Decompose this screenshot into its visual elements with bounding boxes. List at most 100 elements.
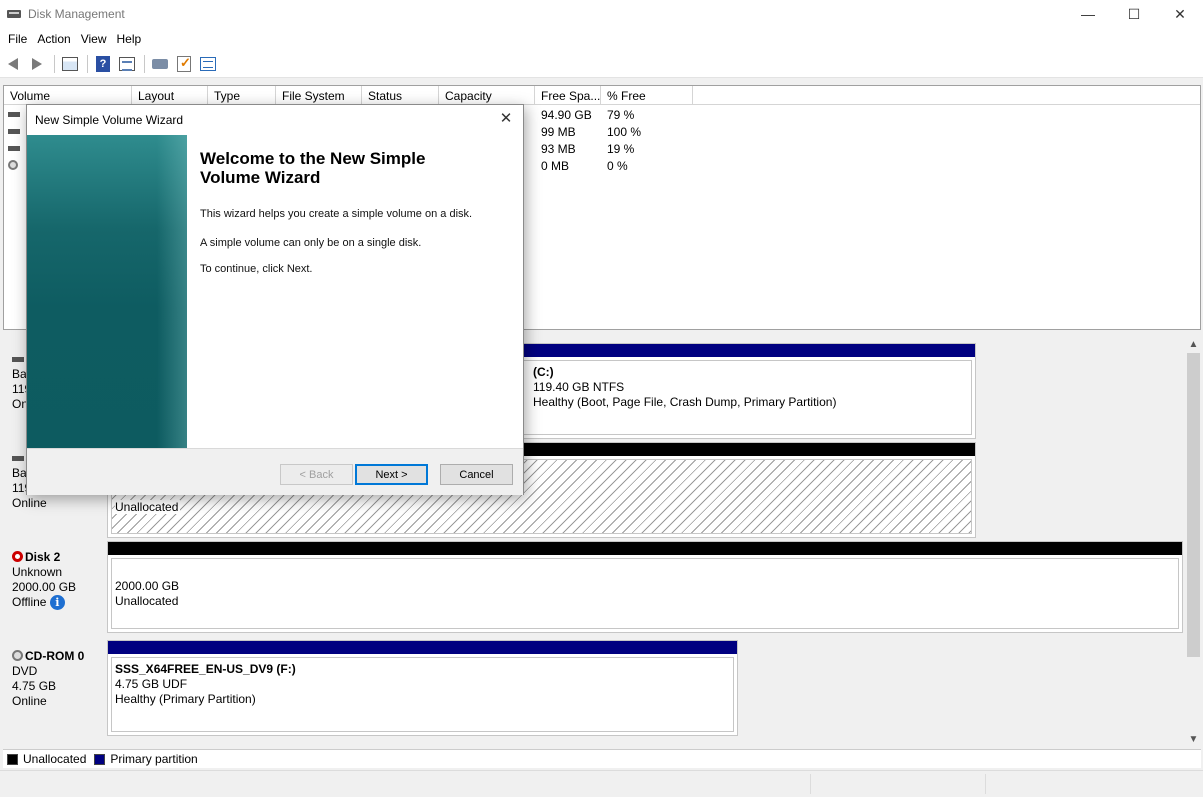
toolbar-separator xyxy=(144,54,145,73)
wizard-instruction: To continue, click Next. xyxy=(200,263,313,275)
free-space-cell: 93 MB xyxy=(541,142,576,156)
primary-partition-bar xyxy=(108,641,737,654)
title-bar: Disk Management — ☐ ✕ xyxy=(0,0,1203,28)
menu-view[interactable]: View xyxy=(76,32,112,46)
volume-list-header: Volume Layout Type File System Status Ca… xyxy=(4,86,1200,105)
disk-type: Ba xyxy=(12,367,27,381)
wizard-heading-line: Welcome to the New Simple xyxy=(200,149,426,168)
drive-icon xyxy=(8,129,20,134)
menu-action[interactable]: Action xyxy=(32,32,75,46)
back-button[interactable] xyxy=(2,53,24,75)
unallocated-swatch xyxy=(7,753,18,765)
column-percent-free[interactable]: % Free xyxy=(601,86,693,105)
disk-2-label[interactable]: Disk 2 Unknown 2000.00 GB Offline i xyxy=(3,541,105,637)
maximize-button[interactable]: ☐ xyxy=(1111,0,1157,28)
disk-status: Online xyxy=(12,694,47,708)
free-space-cell: 0 MB xyxy=(541,159,570,173)
partition-size: 2000.00 GB xyxy=(115,579,180,593)
partition-status: Unallocated xyxy=(115,594,179,608)
close-button[interactable]: ✕ xyxy=(1157,0,1203,28)
new-simple-volume-wizard: New Simple Volume Wizard ✕ Welcome to th… xyxy=(26,104,524,495)
wizard-description: A simple volume can only be on a single … xyxy=(200,237,422,249)
scroll-down-icon[interactable]: ▼ xyxy=(1186,732,1201,747)
minimize-button[interactable]: — xyxy=(1065,0,1111,28)
disk-name: Disk 2 xyxy=(25,550,61,564)
column-type[interactable]: Type xyxy=(208,86,276,105)
column-volume[interactable]: Volume xyxy=(4,86,132,105)
menu-bar: File Action View Help xyxy=(0,28,1203,50)
cd-drive-icon xyxy=(12,650,23,661)
unallocated-body: 2000.00 GB Unallocated xyxy=(111,558,1179,629)
percent-free-cell: 0 % xyxy=(607,159,628,173)
disk-size: 2000.00 GB xyxy=(12,580,77,594)
help-icon: ? xyxy=(96,55,110,72)
wizard-banner-image xyxy=(27,135,187,448)
connect-button[interactable] xyxy=(149,53,171,75)
wizard-footer: < Back Next > Cancel xyxy=(27,448,523,495)
checklist-button[interactable] xyxy=(173,53,195,75)
properties-button[interactable] xyxy=(116,53,138,75)
wizard-title-bar: New Simple Volume Wizard xyxy=(27,105,523,134)
disk-name: CD-ROM 0 xyxy=(25,649,85,663)
disk-size: 4.75 GB xyxy=(12,679,57,693)
disk-status: Online xyxy=(12,496,47,510)
wizard-title: New Simple Volume Wizard xyxy=(35,112,184,127)
connect-icon xyxy=(152,58,168,69)
disk-type: DVD xyxy=(12,664,38,678)
list-view-icon xyxy=(200,56,216,71)
window-controls: — ☐ ✕ xyxy=(1065,0,1203,28)
column-status[interactable]: Status xyxy=(362,86,439,105)
status-segment xyxy=(810,774,811,794)
wizard-close-button[interactable]: ✕ xyxy=(497,110,515,128)
disk-status: Offline xyxy=(12,595,47,609)
vertical-scrollbar[interactable]: ▲ ▼ xyxy=(1186,337,1201,747)
column-capacity[interactable]: Capacity xyxy=(439,86,535,105)
partition-title: SSS_X64FREE_EN-US_DV9 (F:) xyxy=(115,662,296,676)
forward-button[interactable] xyxy=(26,53,48,75)
cancel-button[interactable]: Cancel xyxy=(440,464,513,485)
info-icon[interactable]: i xyxy=(49,595,65,611)
partition-size: 4.75 GB UDF xyxy=(115,677,188,691)
legend-primary: Primary partition xyxy=(94,752,198,766)
list-view-button[interactable] xyxy=(197,53,219,75)
free-space-cell: 94.90 GB xyxy=(541,108,592,122)
disk-2-row: Disk 2 Unknown 2000.00 GB Offline i 2000… xyxy=(3,541,1183,637)
wizard-heading-line: Volume Wizard xyxy=(200,168,321,187)
back-button[interactable]: < Back xyxy=(280,464,353,485)
cdrom-0-label[interactable]: CD-ROM 0 DVD 4.75 GB Online xyxy=(3,640,105,738)
cdrom-0-row: CD-ROM 0 DVD 4.75 GB Online SSS_X64FREE_… xyxy=(3,640,1183,738)
wizard-description: This wizard helps you create a simple vo… xyxy=(200,208,473,220)
disk-icon xyxy=(12,456,24,462)
percent-free-cell: 79 % xyxy=(607,108,635,122)
column-layout[interactable]: Layout xyxy=(132,86,208,105)
scroll-up-icon[interactable]: ▲ xyxy=(1186,337,1201,352)
show-hide-console-tree-button[interactable] xyxy=(59,53,81,75)
disk-icon xyxy=(12,357,24,363)
scroll-thumb[interactable] xyxy=(1187,353,1200,657)
toolbar: ? xyxy=(0,50,1203,78)
legend-label: Primary partition xyxy=(110,752,198,766)
offline-disk-icon xyxy=(12,551,23,562)
legend-label: Unallocated xyxy=(23,752,87,766)
help-button[interactable]: ? xyxy=(92,53,114,75)
properties-icon xyxy=(119,56,135,71)
unallocated-bar xyxy=(108,542,1182,555)
back-arrow-icon xyxy=(8,57,18,70)
column-free-space[interactable]: Free Spa... xyxy=(535,86,601,105)
cd-drive-icon xyxy=(8,160,18,170)
partition-f-body: SSS_X64FREE_EN-US_DV9 (F:) 4.75 GB UDF H… xyxy=(111,657,734,732)
menu-help[interactable]: Help xyxy=(112,32,147,46)
partition-f[interactable]: SSS_X64FREE_EN-US_DV9 (F:) 4.75 GB UDF H… xyxy=(107,640,738,736)
forward-arrow-icon xyxy=(32,57,42,70)
checklist-icon xyxy=(177,55,191,72)
percent-free-cell: 19 % xyxy=(607,142,635,156)
status-segment xyxy=(985,774,986,794)
primary-swatch xyxy=(94,753,106,765)
unallocated-region-disk-2[interactable]: 2000.00 GB Unallocated xyxy=(107,541,1183,633)
toolbar-separator xyxy=(87,54,88,73)
column-file-system[interactable]: File System xyxy=(276,86,362,105)
menu-file[interactable]: File xyxy=(3,32,32,46)
toolbar-separator xyxy=(54,54,55,73)
next-button[interactable]: Next > xyxy=(355,464,428,485)
window-title: Disk Management xyxy=(28,7,125,21)
